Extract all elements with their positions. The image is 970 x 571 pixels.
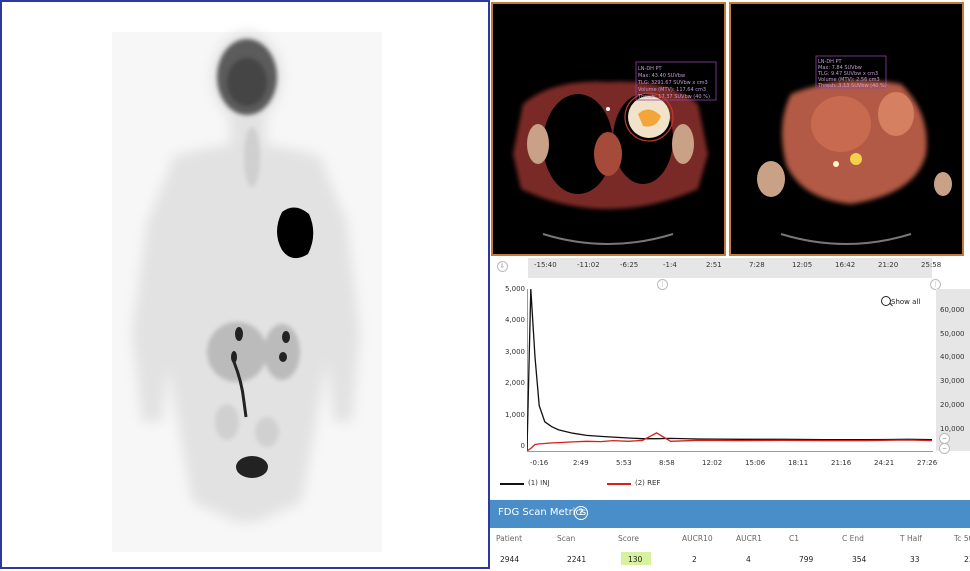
y-axis-tick-right: 30,000	[940, 377, 965, 386]
metrics-col-header: C1	[789, 534, 800, 543]
ct-2-label-line: Thresh: 3.13 SUVbw (40 %)	[817, 83, 887, 89]
timeline-handle-left[interactable]: ⇩	[497, 261, 508, 272]
ct-axial-image: LN-DH PT Max: 43.40 SUVbw TLG: 3291.67 S…	[493, 4, 724, 254]
ct-1-label-line: Volume (MTV): 117.64 cm3	[638, 87, 706, 93]
timeline-label: -1:4	[663, 261, 677, 269]
zoom-out-icon[interactable]	[881, 296, 891, 306]
metrics-cell: 232	[964, 555, 970, 564]
scan-metrics-panel: FDG Scan Metrics ? Patient 2944 Scan 2241 Sc…	[490, 500, 970, 571]
x-axis-tick: 2:49	[573, 459, 589, 467]
timeline-label: 2:51	[706, 261, 722, 269]
y-axis-tick-right: 50,000	[940, 329, 965, 338]
metrics-col-header: Score	[618, 534, 640, 543]
ct-1-label-line: TLG: 3291.67 SUVbw x cm3	[637, 80, 708, 86]
mip-body-image	[112, 32, 382, 552]
ct-axial-image: LN-DH PT Max: 7.84 SUVbw TLG: 9.47 SUVbw…	[731, 4, 962, 254]
y-axis-tick-right: 20,000	[940, 400, 965, 409]
metrics-cell: 130	[628, 555, 643, 564]
metrics-col-header: Scan	[557, 534, 576, 543]
help-icon[interactable]: ?	[574, 506, 588, 520]
metrics-col-header: AUCR1	[736, 534, 762, 543]
ct-1-label-line: Max: 43.40 SUVbw	[638, 73, 685, 79]
metrics-title: FDG Scan Metrics	[498, 507, 587, 518]
timeline-label: -11:02	[577, 261, 600, 269]
metrics-col-header: AUCR10	[682, 534, 713, 543]
time-activity-curve-panel: ⇩ ⋮ ⋮ -15:40 -11:02 -6:25 -1:4 2:51 7:28 12:05…	[490, 258, 970, 500]
y-axis-tick-right: 10,000	[940, 424, 965, 433]
legend-ref-line	[607, 483, 631, 485]
legend-ref-label: (2) REF	[635, 479, 661, 487]
timeline-label: 7:28	[749, 261, 765, 269]
metrics-cell: 33	[910, 555, 920, 564]
x-axis-tick: 24:21	[874, 459, 895, 467]
metrics-col-header: Tc 50	[954, 534, 970, 543]
timeline-label: 16:42	[835, 261, 856, 269]
legend-inj-line	[500, 483, 524, 485]
timeline-label: 21:20	[878, 261, 899, 269]
ct-view-axial-abdomen[interactable]: LN-DH PT Max: 7.84 SUVbw TLG: 9.47 SUVbw…	[729, 2, 964, 256]
show-all-button[interactable]: Show all	[891, 298, 920, 306]
y-axis-tick-left: 0	[520, 442, 525, 450]
legend-inj-label: (1) INJ	[528, 479, 550, 487]
metrics-col-header: Patient	[496, 534, 523, 543]
metrics-cell: 4	[746, 555, 751, 564]
x-axis-tick: 5:53	[616, 459, 632, 467]
metrics-header: FDG Scan Metrics ?	[490, 500, 970, 528]
ct-1-label-line: LN-DH PT	[638, 66, 663, 72]
metrics-cell: 2241	[567, 555, 587, 564]
y-axis-tick-right: 60,000	[940, 306, 965, 314]
y-axis-tick-left: 2,000	[504, 379, 525, 388]
metrics-cell: 2	[692, 555, 697, 564]
metrics-cell: 2944	[500, 555, 520, 564]
ct-view-axial-chest[interactable]: LN-DH PT Max: 43.40 SUVbw TLG: 3291.67 S…	[491, 2, 726, 256]
mip-panel[interactable]	[0, 0, 490, 569]
y-axis-tick-left: 5,000	[504, 285, 525, 293]
curve-plot	[527, 289, 932, 451]
metrics-col-header: C End	[842, 534, 864, 543]
timeline-label: 12:05	[792, 261, 813, 269]
y-axis-tick-left: 1,000	[504, 410, 525, 419]
timeline-label: -6:25	[620, 261, 639, 269]
metrics-cell: 354	[852, 555, 867, 564]
y-axis-tick-right: 40,000	[940, 353, 965, 362]
ct-1-label-line: Thresh: 17.37 SUVbw (40 %)	[637, 94, 710, 100]
series-line-inj	[527, 289, 932, 451]
x-axis-tick: 21:16	[831, 459, 852, 467]
x-axis-tick: 12:02	[702, 459, 723, 467]
y-axis-tick-left: 3,000	[504, 347, 525, 356]
timeline-label: -15:40	[534, 261, 557, 269]
x-axis-tick: 8:58	[659, 459, 675, 467]
x-axis-tick: 18:11	[788, 459, 809, 467]
x-axis-tick: 15:06	[745, 459, 766, 467]
metrics-cell: 799	[799, 555, 814, 564]
y-axis-tick-left: 4,000	[504, 316, 525, 325]
timeline-label: 25:58	[921, 261, 942, 269]
metrics-col-header: T Half	[900, 534, 922, 543]
x-axis-tick: -0:16	[530, 459, 549, 467]
zoom-plus-icon[interactable]: −	[939, 443, 950, 454]
x-axis-tick: 27:26	[917, 459, 938, 467]
